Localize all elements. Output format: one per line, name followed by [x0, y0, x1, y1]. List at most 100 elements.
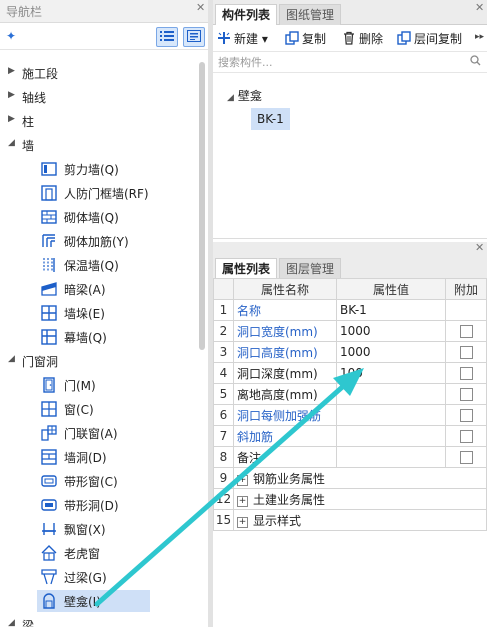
copy-button[interactable]: 复制 [285, 30, 326, 46]
chevron-right-icon[interactable]: ▶ [8, 114, 15, 124]
nav-category[interactable]: ▶ 施工段 [0, 62, 196, 84]
component-toolbar: 新建 ▾ 复制 删除 层间复制 ▸▸ [213, 25, 487, 52]
chevron-down-icon[interactable]: ◢ [8, 138, 15, 148]
property-row[interactable]: 15 + 显示样式 [213, 509, 487, 531]
property-row[interactable]: 7 斜加筋 [213, 425, 487, 447]
property-group[interactable]: + 钢筋业务属性 [233, 467, 487, 489]
expand-icon[interactable]: + [237, 516, 248, 528]
nav-item[interactable]: 飘窗(X) [0, 518, 196, 540]
nav-item[interactable]: 老虎窗 [0, 542, 196, 564]
property-row[interactable]: 6 洞口每侧加强筋 [213, 404, 487, 426]
row-index: 4 [213, 362, 234, 384]
nav-item[interactable]: 幕墙(Q) [0, 326, 196, 348]
wall-pier-icon [41, 305, 57, 321]
property-row[interactable]: 5 离地高度(mm) [213, 383, 487, 405]
copy-label: 复制 [302, 32, 327, 46]
more-icon[interactable]: ▸▸ [475, 32, 484, 48]
nav-item[interactable]: 墙垛(E) [0, 302, 196, 324]
nav-category[interactable]: ▶ 轴线 [0, 86, 196, 108]
nav-scrollbar[interactable] [199, 62, 205, 350]
property-value[interactable] [336, 383, 446, 405]
nav-item[interactable]: 带形窗(C) [0, 470, 196, 492]
nav-item-label: 门(M) [64, 379, 96, 393]
additional-checkbox[interactable] [459, 451, 473, 464]
nav-item-label: 保温墙(Q) [64, 259, 119, 273]
search-icon[interactable] [470, 55, 481, 66]
nav-item[interactable]: 门(M) [0, 374, 196, 396]
property-value[interactable] [336, 446, 446, 468]
tree-group-niche[interactable]: ◢ 壁龛 [227, 87, 262, 104]
property-value[interactable] [336, 404, 446, 426]
tab-drawing-management[interactable]: 图纸管理 [279, 4, 342, 25]
property-row[interactable]: 12 + 土建业务属性 [213, 488, 487, 510]
strip-window-icon [41, 475, 57, 487]
chevron-right-icon[interactable]: ▶ [8, 66, 15, 76]
additional-checkbox[interactable] [459, 367, 473, 380]
property-value[interactable] [336, 425, 446, 447]
additional-checkbox[interactable] [459, 430, 473, 443]
nav-item[interactable]: 墙洞(D) [0, 446, 196, 468]
floor-copy-button[interactable]: 层间复制 [397, 30, 462, 46]
nav-item-label: 壁龛(I) [64, 595, 101, 609]
expand-icon[interactable]: + [237, 474, 248, 486]
nav-item[interactable]: 窗(C) [0, 398, 196, 420]
nav-item[interactable]: 带形洞(D) [0, 494, 196, 516]
new-button[interactable]: 新建 ▾ [217, 30, 268, 46]
sparkle-icon[interactable]: ✦ [6, 29, 16, 43]
property-row[interactable]: 3 洞口高度(mm) 1000 [213, 341, 487, 363]
nav-item-label: 窗(C) [64, 403, 94, 417]
door-icon [43, 377, 55, 393]
property-row[interactable]: 1 名称 BK-1 [213, 299, 487, 321]
tab-layer-management[interactable]: 图层管理 [279, 258, 342, 279]
additional-checkbox[interactable] [459, 346, 473, 359]
search-input[interactable] [216, 54, 465, 71]
property-row[interactable]: 2 洞口宽度(mm) 1000 [213, 320, 487, 342]
nav-category[interactable]: ▶ 柱 [0, 110, 196, 132]
additional-checkbox[interactable] [459, 409, 473, 422]
tab-component-list[interactable]: 构件列表 [215, 4, 278, 25]
close-icon[interactable]: ✕ [196, 1, 205, 14]
close-icon[interactable]: ✕ [475, 1, 484, 14]
chevron-down-icon[interactable]: ◢ [8, 354, 15, 364]
floor-copy-label: 层间复制 [414, 32, 463, 46]
nav-item[interactable]: 保温墙(Q) [0, 254, 196, 276]
nav-titlebar: 导航栏 ✕ [0, 0, 208, 23]
expand-icon[interactable]: + [237, 495, 248, 507]
property-row[interactable]: 8 备注 [213, 446, 487, 468]
property-group[interactable]: + 显示样式 [233, 509, 487, 531]
detail-view-icon[interactable] [183, 27, 205, 47]
list-view-icon[interactable] [156, 27, 178, 47]
property-row[interactable]: 4 洞口深度(mm) 100 [213, 362, 487, 384]
nav-item[interactable]: 过梁(G) [0, 566, 196, 588]
chevron-down-icon[interactable]: ◢ [8, 618, 15, 627]
row-index: 7 [213, 425, 234, 447]
nav-category[interactable]: ◢ 门窗洞 [0, 350, 196, 372]
property-value[interactable]: 100 [336, 362, 446, 384]
nav-item[interactable]: 砌体加筋(Y) [0, 230, 196, 252]
chevron-down-icon[interactable]: ◢ [227, 93, 234, 103]
chevron-right-icon[interactable]: ▶ [8, 90, 15, 100]
tree-group-label: 壁龛 [237, 89, 262, 103]
property-group[interactable]: + 土建业务属性 [233, 488, 487, 510]
nav-item[interactable]: 砌体墙(Q) [0, 206, 196, 228]
nav-item[interactable]: 人防门框墙(RF) [0, 182, 196, 204]
property-panel-header: ✕ [213, 241, 487, 254]
nav-item[interactable]: 壁龛(I) [0, 590, 196, 612]
nav-item[interactable]: 暗梁(A) [0, 278, 196, 300]
additional-checkbox[interactable] [459, 325, 473, 338]
nav-category[interactable]: ◢ 梁 [0, 614, 196, 627]
additional-checkbox[interactable] [459, 388, 473, 401]
delete-button[interactable]: 删除 [342, 30, 383, 46]
property-value[interactable]: BK-1 [336, 299, 446, 321]
close-icon[interactable]: ✕ [475, 241, 484, 254]
property-row[interactable]: 9 + 钢筋业务属性 [213, 467, 487, 489]
property-value[interactable]: 1000 [336, 320, 446, 342]
curtain-wall-icon [41, 329, 57, 345]
tree-item-bk1[interactable]: BK-1 [251, 108, 290, 130]
nav-item[interactable]: 门联窗(A) [0, 422, 196, 444]
tab-property-list[interactable]: 属性列表 [215, 258, 278, 279]
nav-item-label: 墙洞(D) [64, 451, 107, 465]
nav-category[interactable]: ◢ 墙 [0, 134, 196, 156]
nav-item[interactable]: 剪力墙(Q) [0, 158, 196, 180]
property-value[interactable]: 1000 [336, 341, 446, 363]
